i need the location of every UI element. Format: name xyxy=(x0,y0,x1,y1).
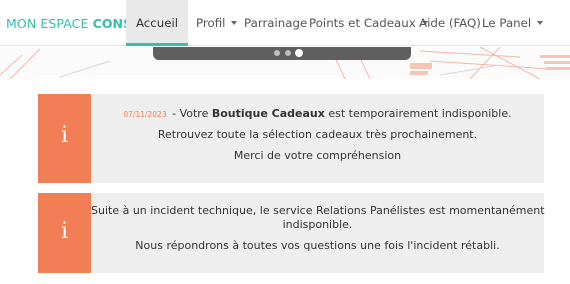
brand-logo[interactable]: MON ESPACE CONSO xyxy=(6,0,143,46)
carousel-dot[interactable] xyxy=(285,50,291,56)
nav-item-parrainage[interactable]: Parrainage xyxy=(244,0,307,46)
carousel-dot-active[interactable] xyxy=(295,49,303,57)
nav-item-accueil[interactable]: Accueil xyxy=(126,0,188,46)
alert-incident-technique: i Suite à un incident technique, le serv… xyxy=(38,193,545,273)
nav-item-label: Aide (FAQ) xyxy=(419,16,481,30)
chevron-down-icon xyxy=(537,20,544,25)
alert-line-2: Nous répondrons à toutes vos questions u… xyxy=(135,239,500,252)
nav-item-label: Profil xyxy=(196,16,226,30)
alert-icon-box: i xyxy=(38,193,91,273)
info-icon: i xyxy=(60,123,69,148)
alert-content: 07/11/2023 - Votre Boutique Cadeaux est … xyxy=(91,94,544,162)
alert-icon-box: i xyxy=(38,94,91,183)
alert-prefix: Votre xyxy=(179,107,212,120)
alert-content: Suite à un incident technique, le servic… xyxy=(91,193,545,252)
nav-item-points-cadeaux[interactable]: Points et Cadeaux xyxy=(309,0,428,46)
carousel-dot[interactable] xyxy=(274,50,280,56)
alert-line-1b: indisponible. xyxy=(282,218,353,231)
info-icon: i xyxy=(60,219,69,244)
nav-item-profil[interactable]: Profil xyxy=(196,0,238,46)
alert-suffix: est temporairement indisponible. xyxy=(324,107,512,120)
alert-boutique-cadeaux: i 07/11/2023 - Votre Boutique Cadeaux es… xyxy=(38,94,544,183)
carousel-indicators xyxy=(153,47,411,60)
nav-item-le-panel[interactable]: Le Panel xyxy=(482,0,544,46)
alert-line-3: Merci de votre compréhension xyxy=(233,149,402,162)
nav-item-aide-faq[interactable]: Aide (FAQ) xyxy=(419,0,481,46)
alert-line-2: Retrouvez toute la sélection cadeaux trè… xyxy=(157,128,478,141)
alert-line-1: 07/11/2023 - Votre Boutique Cadeaux est … xyxy=(91,107,544,120)
nav-item-label: Le Panel xyxy=(482,16,532,30)
alert-separator: - xyxy=(168,107,180,120)
alert-bold-text: Boutique Cadeaux xyxy=(211,107,325,120)
nav-item-label: Parrainage xyxy=(244,16,308,30)
nav-item-label: Points et Cadeaux xyxy=(309,16,416,30)
chevron-down-icon xyxy=(231,20,238,25)
alert-line-1a: Suite à un incident technique, le servic… xyxy=(91,204,545,217)
alert-date: 07/11/2023 xyxy=(123,110,167,119)
brand-text-part1: MON ESPACE xyxy=(6,16,93,31)
top-navbar: MON ESPACE CONSO Accueil Profil Parraina… xyxy=(0,0,570,46)
nav-item-label: Accueil xyxy=(135,16,179,30)
